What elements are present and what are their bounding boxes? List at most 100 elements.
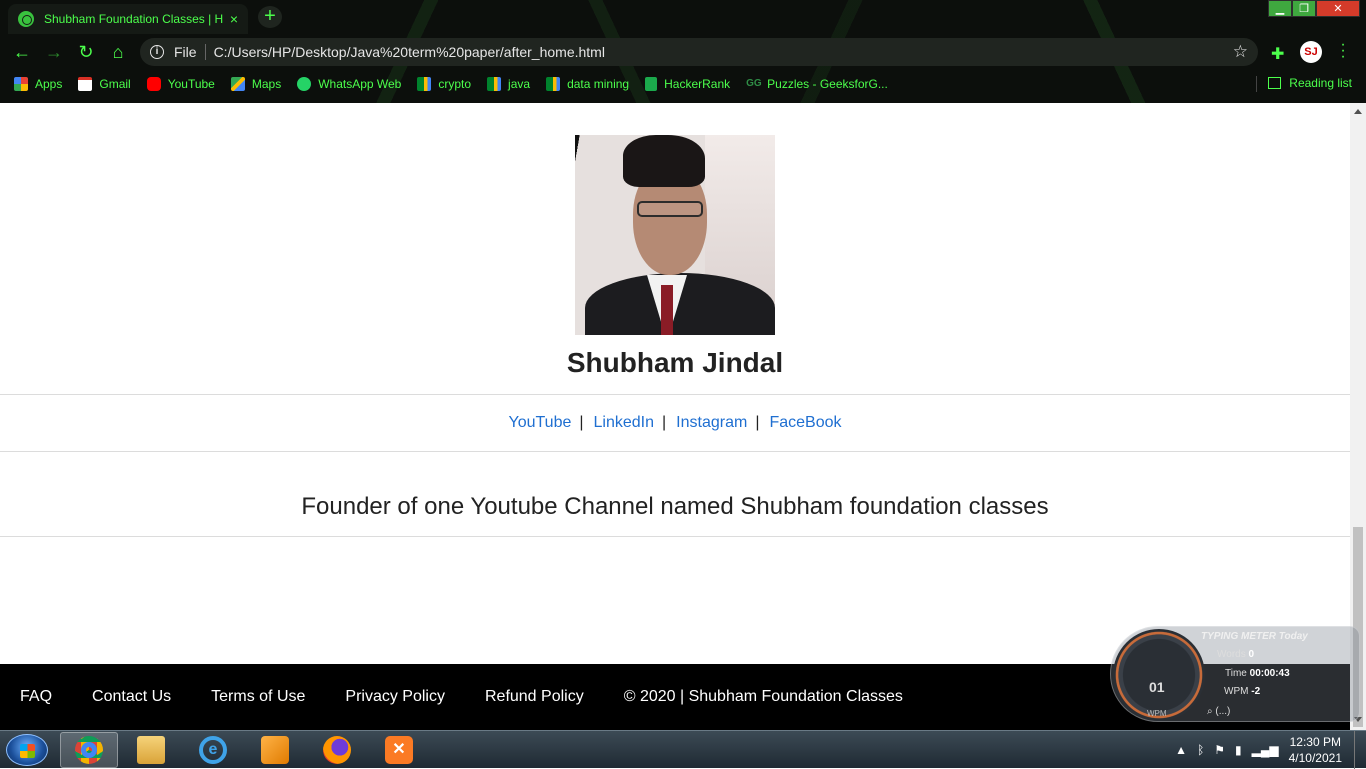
restore-button[interactable]: ❐	[1292, 0, 1316, 17]
bookmark-gmail[interactable]: Gmail	[78, 77, 131, 91]
bookmark-maps[interactable]: Maps	[230, 77, 281, 91]
copyright: © 2020 | Shubham Foundation Classes	[623, 688, 903, 705]
profile-avatar[interactable]: SJ	[1300, 41, 1322, 63]
divider	[0, 394, 1350, 395]
meet-icon	[417, 77, 432, 91]
typing-meter-gadget[interactable]: 01 WPM TYPING METER Today Words 0 Time 0…	[1110, 626, 1360, 722]
separator: |	[662, 414, 667, 431]
whatsapp-icon	[297, 77, 312, 91]
home-icon[interactable]: ⌂	[108, 42, 128, 62]
footer-link-refund[interactable]: Refund Policy	[485, 688, 584, 706]
speed-gauge-icon	[1113, 629, 1205, 721]
info-icon[interactable]: i	[150, 45, 164, 59]
taskbar-firefox[interactable]	[308, 732, 366, 768]
divider	[1256, 76, 1257, 92]
divider	[0, 536, 1350, 537]
words-stat: Words 0	[1217, 649, 1255, 660]
footer-link-contact[interactable]: Contact Us	[92, 688, 171, 706]
file-label: File	[174, 44, 197, 60]
divider	[204, 44, 206, 60]
geeksforgeeks-icon: GG	[746, 78, 762, 89]
tab-bar: Shubham Foundation Classes | H × + ▁ ❐ ✕	[0, 0, 1366, 34]
bookmark-youtube[interactable]: YouTube	[146, 77, 215, 91]
xampp-icon: ✕	[385, 736, 413, 764]
reading-list-icon	[1268, 77, 1282, 89]
window-controls: ▁ ❐ ✕	[1268, 0, 1360, 17]
show-hidden-icons[interactable]: ▲	[1175, 743, 1187, 757]
apps-grid-icon	[14, 77, 28, 91]
instagram-link[interactable]: Instagram	[676, 414, 747, 431]
divider	[0, 451, 1350, 452]
url-text[interactable]: C:/Users/HP/Desktop/Java%20term%20paper/…	[214, 44, 605, 60]
browser-toolbar: ← → ↻ ⌂ i File C:/Users/HP/Desktop/Java%…	[0, 34, 1366, 70]
bookmark-data-mining[interactable]: data mining	[546, 77, 629, 91]
internet-explorer-icon: e	[199, 736, 227, 764]
youtube-icon	[146, 77, 161, 91]
bookmark-crypto[interactable]: crypto	[417, 77, 471, 91]
youtube-link[interactable]: YouTube	[508, 414, 571, 431]
bookmarks-bar: Apps Gmail YouTube Maps WhatsApp Web cry…	[0, 72, 1366, 96]
gmail-icon	[78, 77, 93, 91]
footer-link-privacy[interactable]: Privacy Policy	[345, 688, 445, 706]
battery-icon[interactable]: ▮	[1235, 743, 1242, 757]
footer-link-faq[interactable]: FAQ	[20, 688, 52, 706]
separator: |	[755, 414, 760, 431]
bookmark-java[interactable]: java	[487, 77, 530, 91]
taskbar-chrome[interactable]	[60, 732, 118, 768]
action-center-flag-icon[interactable]: ⚑	[1214, 743, 1225, 757]
wpm-stat: WPM -2	[1224, 686, 1261, 697]
close-tab-icon[interactable]: ×	[230, 11, 238, 27]
media-player-icon	[261, 736, 289, 764]
close-window-button[interactable]: ✕	[1316, 0, 1360, 17]
bookmark-star-icon[interactable]: ☆	[1233, 42, 1248, 62]
taskbar-media-player[interactable]	[246, 732, 304, 768]
headline: Founder of one Youtube Channel named Shu…	[301, 493, 1049, 520]
reload-icon[interactable]: ↻	[76, 42, 96, 62]
extensions-puzzle-icon[interactable]: ✚	[1271, 44, 1284, 64]
taskbar-xampp[interactable]: ✕	[370, 732, 428, 768]
system-tray: ▲ ᛒ ⚑ ▮ ▂▄▆ 12:30 PM 4/10/2021	[1175, 731, 1366, 769]
bookmark-whatsapp[interactable]: WhatsApp Web	[297, 77, 401, 91]
bookmark-geeksforgeeks[interactable]: GG Puzzles - GeeksforG...	[746, 77, 888, 91]
scroll-up-icon[interactable]	[1354, 109, 1362, 114]
bluetooth-icon[interactable]: ᛒ	[1197, 743, 1204, 757]
network-signal-icon[interactable]: ▂▄▆	[1252, 743, 1279, 757]
clock-date: 4/10/2021	[1288, 751, 1342, 765]
footer-link-terms[interactable]: Terms of Use	[211, 688, 305, 706]
search-hint: ⌕ (...)	[1207, 706, 1231, 717]
start-button[interactable]	[6, 734, 48, 766]
globe-icon	[18, 11, 34, 27]
meet-icon	[546, 77, 561, 91]
bookmark-apps[interactable]: Apps	[14, 77, 62, 91]
social-links: YouTube | LinkedIn | Instagram | FaceBook	[0, 414, 1350, 432]
taskbar-ie[interactable]: e	[184, 732, 242, 768]
separator: |	[579, 414, 584, 431]
taskbar-clock[interactable]: 12:30 PM 4/10/2021	[1289, 734, 1342, 766]
typing-meter-title: TYPING METER Today	[1201, 631, 1308, 642]
minimize-button[interactable]: ▁	[1268, 0, 1292, 17]
windows-logo-icon	[20, 744, 35, 758]
chrome-icon	[75, 736, 103, 764]
meet-icon	[487, 77, 502, 91]
facebook-link[interactable]: FaceBook	[769, 414, 841, 431]
forward-arrow-icon[interactable]: →	[44, 42, 64, 62]
new-tab-button[interactable]: +	[258, 6, 282, 28]
menu-kebab-icon[interactable]: · · ·	[1338, 37, 1348, 65]
maps-icon	[230, 77, 245, 91]
back-arrow-icon[interactable]: ←	[12, 42, 32, 62]
clock-time: 12:30 PM	[1289, 735, 1341, 749]
linkedin-link[interactable]: LinkedIn	[594, 414, 655, 431]
show-desktop-button[interactable]	[1354, 731, 1366, 769]
person-name: Shubham Jindal	[566, 347, 784, 378]
address-bar[interactable]: i File C:/Users/HP/Desktop/Java%20term%2…	[140, 38, 1258, 66]
firefox-icon	[323, 736, 351, 764]
gauge-value: 01	[1149, 679, 1165, 695]
reading-list-button[interactable]: Reading list	[1268, 76, 1352, 90]
folder-icon	[137, 736, 165, 764]
browser-chrome: Shubham Foundation Classes | H × + ▁ ❐ ✕…	[0, 0, 1366, 103]
profile-photo	[575, 135, 775, 335]
taskbar-explorer[interactable]	[122, 732, 180, 768]
browser-tab[interactable]: Shubham Foundation Classes | H ×	[8, 4, 248, 34]
bookmark-hackerrank[interactable]: HackerRank	[645, 77, 730, 91]
gauge-unit: WPM	[1147, 709, 1167, 718]
